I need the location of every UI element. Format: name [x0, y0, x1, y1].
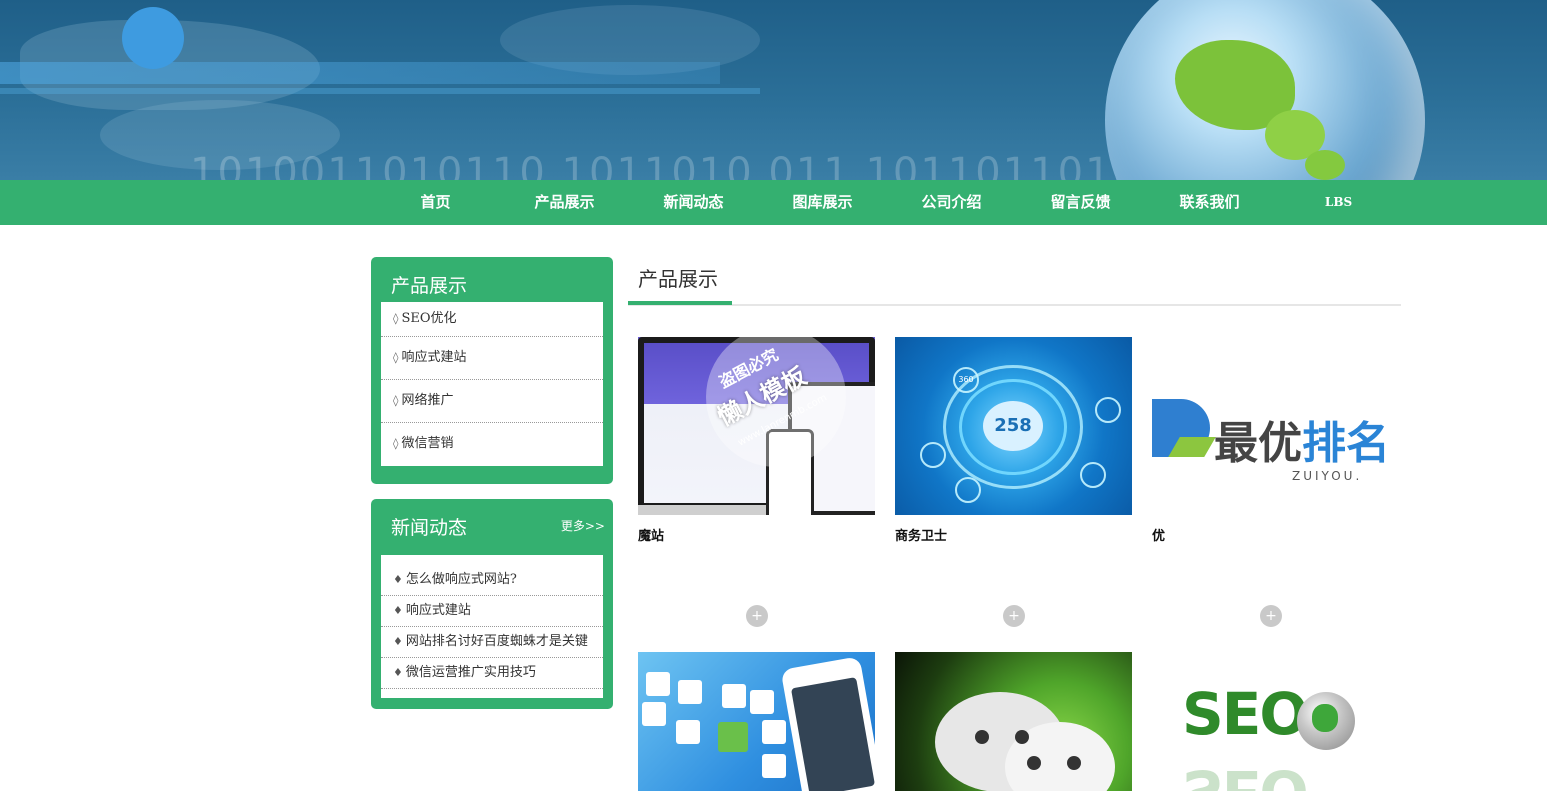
product-image[interactable]: 盗图必究 懒人模板 www.lanrenmb.com [638, 337, 875, 515]
nav-item-home[interactable]: 首页 [371, 180, 500, 225]
diamond-icon: ♦ [393, 666, 403, 679]
header-banner: 1010011010110 1011010 011 10110110101100… [0, 0, 1547, 180]
diamond-icon: ◊ [393, 394, 399, 407]
product-caption[interactable]: 商务卫士 [895, 525, 947, 544]
nav-item-gallery[interactable]: 图库展示 [758, 180, 887, 225]
sidebar-news-title: 新闻动态 [391, 517, 468, 539]
product-image[interactable]: SEO SEO [1152, 652, 1389, 791]
product-card-app[interactable] [638, 652, 875, 791]
sidebar-item-responsive[interactable]: ◊ 响应式建站 [381, 337, 603, 380]
product-card-mozhan[interactable]: 盗图必究 懒人模板 www.lanrenmb.com 魔站 [638, 337, 875, 547]
diamond-icon: ◊ [393, 312, 399, 325]
sidebar-products-title: 产品展示 [391, 275, 468, 297]
nav-item-lbs[interactable]: LBS [1274, 180, 1403, 225]
news-item[interactable]: ♦ 网站排名讨好百度蜘蛛才是关键 [381, 627, 603, 658]
news-item[interactable]: ♦ 微信运营推广实用技巧 [381, 658, 603, 689]
page-title: 产品展示 [638, 267, 718, 291]
diamond-icon: ♦ [393, 635, 403, 648]
product-image[interactable]: 最优排名 ZUIYOU. [1152, 337, 1389, 515]
plus-icon[interactable]: + [1260, 605, 1282, 627]
news-item[interactable]: ♦ 怎么做响应式网站? [381, 565, 603, 596]
product-card-wechat[interactable] [895, 652, 1132, 791]
nav-item-news[interactable]: 新闻动态 [629, 180, 758, 225]
nav-item-feedback[interactable]: 留言反馈 [1016, 180, 1145, 225]
globe-icon [1105, 0, 1425, 180]
plus-icon[interactable]: + [746, 605, 768, 627]
diamond-icon: ◊ [393, 437, 399, 450]
title-accent-bar [628, 301, 732, 305]
diamond-icon: ♦ [393, 604, 403, 617]
globe-icon [1297, 692, 1355, 750]
plus-icon[interactable]: + [1003, 605, 1025, 627]
product-card-seo[interactable]: SEO SEO [1152, 652, 1389, 791]
product-image[interactable] [638, 652, 875, 791]
product-card-business-guard[interactable]: 258 360 商务卫士 [895, 337, 1132, 547]
main-nav: 首页 产品展示 新闻动态 图库展示 公司介绍 留言反馈 联系我们 LBS [0, 180, 1547, 225]
nav-item-about[interactable]: 公司介绍 [887, 180, 1016, 225]
banner-circle [122, 7, 184, 69]
sidebar-item-promotion[interactable]: ◊ 网络推广 [381, 380, 603, 423]
product-image[interactable] [895, 652, 1132, 791]
product-caption[interactable]: 魔站 [638, 525, 664, 544]
diamond-icon: ♦ [393, 573, 403, 586]
sidebar-products: 产品展示 ◊ SEO优化 ◊ 响应式建站 ◊ 网络推广 ◊ 微信营销 [371, 257, 613, 484]
nav-item-contact[interactable]: 联系我们 [1145, 180, 1274, 225]
nav-item-products[interactable]: 产品展示 [500, 180, 629, 225]
sidebar-news: 新闻动态 更多>> ♦ 怎么做响应式网站? ♦ 响应式建站 ♦ 网站排名讨好百度蜘蛛才… [371, 499, 613, 709]
product-image[interactable]: 258 360 [895, 337, 1132, 515]
diamond-icon: ◊ [393, 351, 399, 364]
news-more-link[interactable]: 更多>> [561, 517, 605, 534]
product-card-zuiyou[interactable]: 最优排名 ZUIYOU. 优 [1152, 337, 1389, 547]
sidebar-item-seo[interactable]: ◊ SEO优化 [381, 302, 603, 337]
news-item[interactable]: ♦ 响应式建站 [381, 596, 603, 627]
title-divider [628, 304, 1401, 306]
sidebar-item-wechat[interactable]: ◊ 微信营销 [381, 423, 603, 465]
product-caption[interactable]: 优 [1152, 525, 1165, 544]
